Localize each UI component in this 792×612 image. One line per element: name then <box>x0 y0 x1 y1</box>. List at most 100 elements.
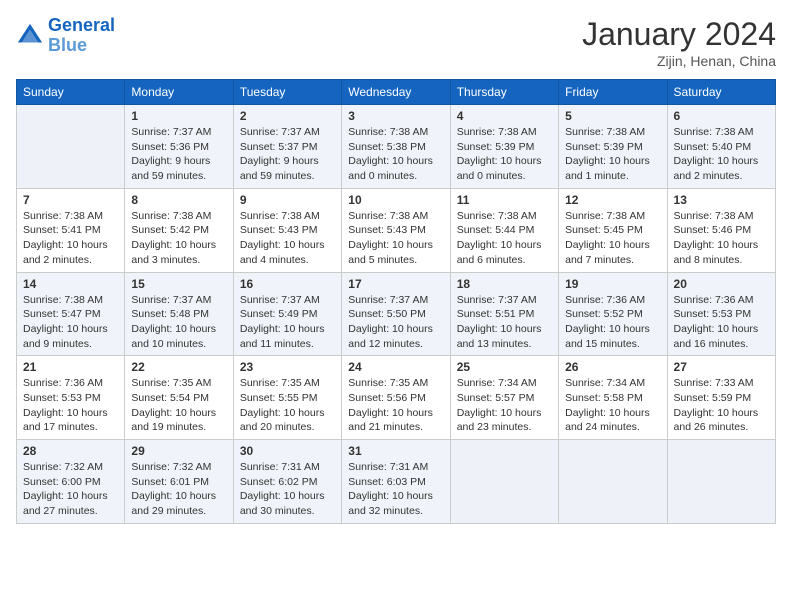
weekday-header: Tuesday <box>233 80 341 105</box>
calendar-cell: 16Sunrise: 7:37 AM Sunset: 5:49 PM Dayli… <box>233 272 341 356</box>
day-number: 20 <box>674 277 769 291</box>
day-number: 13 <box>674 193 769 207</box>
logo-text: General Blue <box>48 16 115 56</box>
calendar-cell: 14 Sunrise: 7:38 AM Sunset: 5:47 PM Dayli… <box>17 272 125 356</box>
weekday-header: Wednesday <box>342 80 450 105</box>
day-number: 27 <box>674 360 769 374</box>
day-number: 23 <box>240 360 335 374</box>
calendar-cell: 15 Sunrise: 7:37 AM Sunset: 5:48 PM Dayli… <box>125 272 233 356</box>
calendar-week-row: 14 Sunrise: 7:38 AM Sunset: 5:47 PM Dayli… <box>17 272 776 356</box>
calendar-cell: 26 Sunrise: 7:34 AM Sunset: 5:58 PM Dayli… <box>559 356 667 440</box>
day-number: 16 <box>240 277 335 291</box>
logo-icon <box>16 22 44 50</box>
day-number: 30 <box>240 444 335 458</box>
day-number: 24 <box>348 360 443 374</box>
day-info: Sunrise: 7:35 AM Sunset: 5:55 PM Dayligh… <box>240 376 335 435</box>
day-info: Sunrise: 7:38 AM Sunset: 5:47 PM Dayligh… <box>23 293 118 352</box>
day-info: Sunrise: 7:38 AM Sunset: 5:43 PM Dayligh… <box>348 209 443 268</box>
day-info: Sunrise: 7:38 AM Sunset: 5:40 PM Dayligh… <box>674 125 769 184</box>
day-number: 17 <box>348 277 443 291</box>
calendar-cell: 7Sunrise: 7:38 AM Sunset: 5:41 PM Daylig… <box>17 188 125 272</box>
day-number: 22 <box>131 360 226 374</box>
calendar-cell <box>17 105 125 189</box>
day-info: Sunrise: 7:33 AM Sunset: 5:59 PM Dayligh… <box>674 376 769 435</box>
day-info: Sunrise: 7:38 AM Sunset: 5:44 PM Dayligh… <box>457 209 552 268</box>
calendar-cell: 3 Sunrise: 7:38 AM Sunset: 5:38 PM Daylig… <box>342 105 450 189</box>
calendar-cell: 13 Sunrise: 7:38 AM Sunset: 5:46 PM Dayli… <box>667 188 775 272</box>
calendar-week-row: 21 Sunrise: 7:36 AM Sunset: 5:53 PM Dayli… <box>17 356 776 440</box>
calendar-cell: 9 Sunrise: 7:38 AM Sunset: 5:43 PM Daylig… <box>233 188 341 272</box>
calendar-week-row: 1 Sunrise: 7:37 AM Sunset: 5:36 PM Daylig… <box>17 105 776 189</box>
calendar-week-row: 7Sunrise: 7:38 AM Sunset: 5:41 PM Daylig… <box>17 188 776 272</box>
day-info: Sunrise: 7:31 AM Sunset: 6:02 PM Dayligh… <box>240 460 335 519</box>
calendar-cell: 25Sunrise: 7:34 AM Sunset: 5:57 PM Dayli… <box>450 356 558 440</box>
day-info: Sunrise: 7:37 AM Sunset: 5:50 PM Dayligh… <box>348 293 443 352</box>
weekday-header-row: SundayMondayTuesdayWednesdayThursdayFrid… <box>17 80 776 105</box>
calendar-cell: 27 Sunrise: 7:33 AM Sunset: 5:59 PM Dayli… <box>667 356 775 440</box>
weekday-header: Friday <box>559 80 667 105</box>
calendar-table: SundayMondayTuesdayWednesdayThursdayFrid… <box>16 79 776 524</box>
calendar-cell: 29 Sunrise: 7:32 AM Sunset: 6:01 PM Dayli… <box>125 440 233 524</box>
day-info: Sunrise: 7:36 AM Sunset: 5:52 PM Dayligh… <box>565 293 660 352</box>
day-info: Sunrise: 7:38 AM Sunset: 5:41 PM Dayligh… <box>23 209 118 268</box>
calendar-cell: 21 Sunrise: 7:36 AM Sunset: 5:53 PM Dayli… <box>17 356 125 440</box>
day-number: 1 <box>131 109 226 123</box>
day-info: Sunrise: 7:37 AM Sunset: 5:37 PM Dayligh… <box>240 125 335 184</box>
calendar-cell: 31Sunrise: 7:31 AM Sunset: 6:03 PM Dayli… <box>342 440 450 524</box>
day-number: 31 <box>348 444 443 458</box>
day-number: 28 <box>23 444 118 458</box>
calendar-cell: 24 Sunrise: 7:35 AM Sunset: 5:56 PM Dayli… <box>342 356 450 440</box>
day-number: 29 <box>131 444 226 458</box>
location: Zijin, Henan, China <box>582 53 776 69</box>
day-info: Sunrise: 7:38 AM Sunset: 5:39 PM Dayligh… <box>565 125 660 184</box>
weekday-header: Sunday <box>17 80 125 105</box>
day-number: 14 <box>23 277 118 291</box>
calendar-cell: 17 Sunrise: 7:37 AM Sunset: 5:50 PM Dayli… <box>342 272 450 356</box>
month-title: January 2024 <box>582 16 776 53</box>
day-info: Sunrise: 7:37 AM Sunset: 5:36 PM Dayligh… <box>131 125 226 184</box>
calendar-cell: 28 Sunrise: 7:32 AM Sunset: 6:00 PM Dayli… <box>17 440 125 524</box>
day-number: 6 <box>674 109 769 123</box>
day-number: 9 <box>240 193 335 207</box>
calendar-cell: 8 Sunrise: 7:38 AM Sunset: 5:42 PM Daylig… <box>125 188 233 272</box>
day-info: Sunrise: 7:37 AM Sunset: 5:51 PM Dayligh… <box>457 293 552 352</box>
title-block: January 2024 Zijin, Henan, China <box>582 16 776 69</box>
calendar-cell: 22 Sunrise: 7:35 AM Sunset: 5:54 PM Dayli… <box>125 356 233 440</box>
day-info: Sunrise: 7:37 AM Sunset: 5:48 PM Dayligh… <box>131 293 226 352</box>
day-number: 3 <box>348 109 443 123</box>
weekday-header: Monday <box>125 80 233 105</box>
day-info: Sunrise: 7:38 AM Sunset: 5:46 PM Dayligh… <box>674 209 769 268</box>
day-info: Sunrise: 7:38 AM Sunset: 5:42 PM Dayligh… <box>131 209 226 268</box>
calendar-cell: 10Sunrise: 7:38 AM Sunset: 5:43 PM Dayli… <box>342 188 450 272</box>
weekday-header: Saturday <box>667 80 775 105</box>
page-header: General Blue January 2024 Zijin, Henan, … <box>16 16 776 69</box>
calendar-cell: 2Sunrise: 7:37 AM Sunset: 5:37 PM Daylig… <box>233 105 341 189</box>
day-number: 26 <box>565 360 660 374</box>
day-number: 11 <box>457 193 552 207</box>
calendar-cell: 30 Sunrise: 7:31 AM Sunset: 6:02 PM Dayli… <box>233 440 341 524</box>
day-info: Sunrise: 7:32 AM Sunset: 6:01 PM Dayligh… <box>131 460 226 519</box>
day-info: Sunrise: 7:36 AM Sunset: 5:53 PM Dayligh… <box>23 376 118 435</box>
day-info: Sunrise: 7:35 AM Sunset: 5:56 PM Dayligh… <box>348 376 443 435</box>
day-number: 4 <box>457 109 552 123</box>
day-info: Sunrise: 7:35 AM Sunset: 5:54 PM Dayligh… <box>131 376 226 435</box>
day-number: 18 <box>457 277 552 291</box>
day-info: Sunrise: 7:32 AM Sunset: 6:00 PM Dayligh… <box>23 460 118 519</box>
calendar-cell: 18 Sunrise: 7:37 AM Sunset: 5:51 PM Dayli… <box>450 272 558 356</box>
calendar-cell <box>450 440 558 524</box>
day-number: 8 <box>131 193 226 207</box>
day-number: 15 <box>131 277 226 291</box>
day-number: 21 <box>23 360 118 374</box>
calendar-cell <box>667 440 775 524</box>
calendar-cell: 6 Sunrise: 7:38 AM Sunset: 5:40 PM Daylig… <box>667 105 775 189</box>
calendar-cell: 4 Sunrise: 7:38 AM Sunset: 5:39 PM Daylig… <box>450 105 558 189</box>
day-info: Sunrise: 7:38 AM Sunset: 5:38 PM Dayligh… <box>348 125 443 184</box>
day-number: 19 <box>565 277 660 291</box>
day-info: Sunrise: 7:34 AM Sunset: 5:58 PM Dayligh… <box>565 376 660 435</box>
day-info: Sunrise: 7:36 AM Sunset: 5:53 PM Dayligh… <box>674 293 769 352</box>
calendar-cell: 1 Sunrise: 7:37 AM Sunset: 5:36 PM Daylig… <box>125 105 233 189</box>
logo: General Blue <box>16 16 115 56</box>
day-info: Sunrise: 7:38 AM Sunset: 5:39 PM Dayligh… <box>457 125 552 184</box>
calendar-cell: 11 Sunrise: 7:38 AM Sunset: 5:44 PM Dayli… <box>450 188 558 272</box>
day-info: Sunrise: 7:38 AM Sunset: 5:43 PM Dayligh… <box>240 209 335 268</box>
